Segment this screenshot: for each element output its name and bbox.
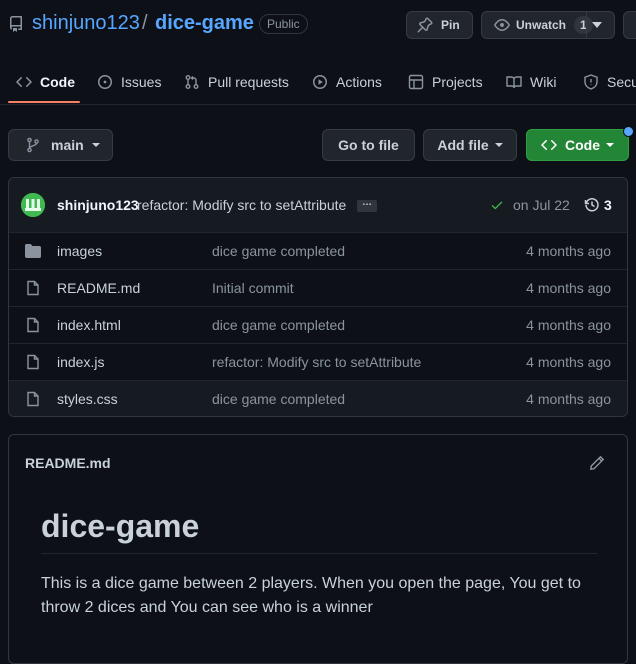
file-row-readme[interactable]: README.md Initial commit 4 months ago bbox=[9, 269, 627, 307]
tab-actions-label: Actions bbox=[336, 74, 382, 90]
readme-title: dice-game bbox=[41, 508, 200, 544]
file-age: 4 months ago bbox=[526, 317, 611, 333]
file-age: 4 months ago bbox=[526, 280, 611, 296]
branch-icon bbox=[25, 137, 41, 153]
unwatch-button[interactable]: Unwatch 1 bbox=[481, 11, 615, 39]
code-icon bbox=[16, 74, 40, 90]
file-row-images[interactable]: images dice game completed 4 months ago bbox=[9, 232, 627, 270]
file-row-styles-css[interactable]: styles.css dice game completed 4 months … bbox=[9, 380, 627, 416]
file-commit-message[interactable]: refactor: Modify src to setAttribute bbox=[212, 354, 421, 370]
file-name-link[interactable]: index.js bbox=[57, 354, 104, 370]
file-name-link[interactable]: README.md bbox=[57, 280, 140, 296]
branch-name: main bbox=[51, 137, 84, 153]
file-commit-message[interactable]: dice game completed bbox=[212, 391, 345, 407]
code-icon bbox=[541, 137, 557, 153]
file-icon bbox=[25, 391, 41, 407]
file-commit-message[interactable]: dice game completed bbox=[212, 243, 345, 259]
chevron-down-icon[interactable] bbox=[592, 22, 602, 28]
tab-security-label: Secu bbox=[607, 74, 636, 90]
eye-icon bbox=[494, 17, 510, 33]
commit-message-link[interactable]: refactor: Modify src to setAttribute bbox=[137, 197, 346, 213]
readme-filename-link[interactable]: README.md bbox=[25, 455, 111, 471]
file-icon bbox=[25, 280, 41, 296]
go-to-file-button[interactable]: Go to file bbox=[322, 129, 415, 161]
add-file-label: Add file bbox=[437, 137, 489, 153]
divider bbox=[41, 553, 597, 554]
chevron-down-icon bbox=[494, 143, 503, 147]
history-icon[interactable] bbox=[584, 197, 600, 213]
active-tab-indicator bbox=[8, 101, 80, 103]
commit-author-link[interactable]: shinjuno123 bbox=[57, 197, 139, 213]
file-name-link[interactable]: index.html bbox=[57, 317, 121, 333]
tab-security[interactable]: Secu bbox=[583, 60, 636, 104]
pin-button[interactable]: Pin bbox=[406, 11, 473, 39]
add-file-button[interactable]: Add file bbox=[423, 129, 517, 161]
issue-icon bbox=[97, 74, 121, 90]
fork-button[interactable] bbox=[623, 11, 636, 39]
play-icon bbox=[312, 74, 336, 90]
repo-icon bbox=[8, 16, 24, 32]
tab-pull-requests-label: Pull requests bbox=[208, 74, 289, 90]
readme-body-text: This is a dice game between 2 players. W… bbox=[41, 575, 581, 616]
code-button-label: Code bbox=[565, 137, 600, 153]
tab-projects[interactable]: Projects bbox=[408, 60, 483, 104]
expand-commit-button[interactable]: … bbox=[357, 198, 377, 212]
repo-name-link[interactable]: dice-game bbox=[155, 12, 254, 35]
code-button[interactable]: Code bbox=[526, 129, 629, 161]
file-age: 4 months ago bbox=[526, 243, 611, 259]
shield-icon bbox=[583, 74, 607, 90]
chevron-down-icon bbox=[606, 143, 614, 147]
file-name-link[interactable]: styles.css bbox=[57, 391, 118, 407]
repo-owner-link[interactable]: shinjuno123 bbox=[32, 12, 140, 35]
button-divider bbox=[586, 12, 587, 38]
file-browser: shinjuno123 refactor: Modify src to setA… bbox=[8, 177, 628, 417]
tab-code[interactable]: Code bbox=[16, 60, 75, 104]
tab-code-label: Code bbox=[40, 74, 75, 90]
tab-issues[interactable]: Issues bbox=[97, 60, 161, 104]
unwatch-label: Unwatch bbox=[516, 18, 567, 32]
file-age: 4 months ago bbox=[526, 354, 611, 370]
tab-actions[interactable]: Actions bbox=[312, 60, 382, 104]
file-name-link[interactable]: images bbox=[57, 243, 102, 259]
file-commit-message[interactable]: Initial commit bbox=[212, 280, 294, 296]
repo-nav-tabs: Code Issues Pull requests Actions Projec… bbox=[0, 60, 636, 105]
readme-panel: README.md dice-game This is a dice game … bbox=[8, 434, 628, 664]
tab-wiki[interactable]: Wiki bbox=[506, 60, 556, 104]
watch-count: 1 bbox=[574, 16, 593, 34]
tab-projects-label: Projects bbox=[432, 74, 483, 90]
folder-icon bbox=[25, 243, 41, 259]
tab-pull-requests[interactable]: Pull requests bbox=[184, 60, 289, 104]
table-icon bbox=[408, 74, 432, 90]
check-icon[interactable] bbox=[490, 198, 504, 212]
file-commit-message[interactable]: dice game completed bbox=[212, 317, 345, 333]
commit-count[interactable]: 3 bbox=[604, 197, 612, 213]
pin-label: Pin bbox=[441, 18, 460, 32]
tab-issues-label: Issues bbox=[121, 74, 162, 90]
pencil-icon[interactable] bbox=[589, 455, 605, 471]
file-icon bbox=[25, 317, 41, 333]
book-icon bbox=[506, 74, 530, 90]
branch-selector[interactable]: main bbox=[8, 129, 113, 161]
avatar[interactable] bbox=[21, 193, 45, 217]
file-age: 4 months ago bbox=[526, 391, 611, 407]
pull-request-icon bbox=[184, 74, 208, 90]
chevron-down-icon bbox=[91, 143, 100, 147]
tab-wiki-label: Wiki bbox=[530, 74, 557, 90]
file-row-index-js[interactable]: index.js refactor: Modify src to setAttr… bbox=[9, 343, 627, 381]
file-row-index-html[interactable]: index.html dice game completed 4 months … bbox=[9, 306, 627, 344]
visibility-badge: Public bbox=[259, 14, 308, 34]
commit-date[interactable]: on Jul 22 bbox=[513, 197, 570, 213]
pin-icon bbox=[417, 17, 433, 33]
file-icon bbox=[25, 354, 41, 370]
notification-dot bbox=[623, 126, 634, 137]
repo-path-separator: / bbox=[142, 12, 148, 34]
latest-commit-bar: shinjuno123 refactor: Modify src to setA… bbox=[9, 178, 627, 233]
